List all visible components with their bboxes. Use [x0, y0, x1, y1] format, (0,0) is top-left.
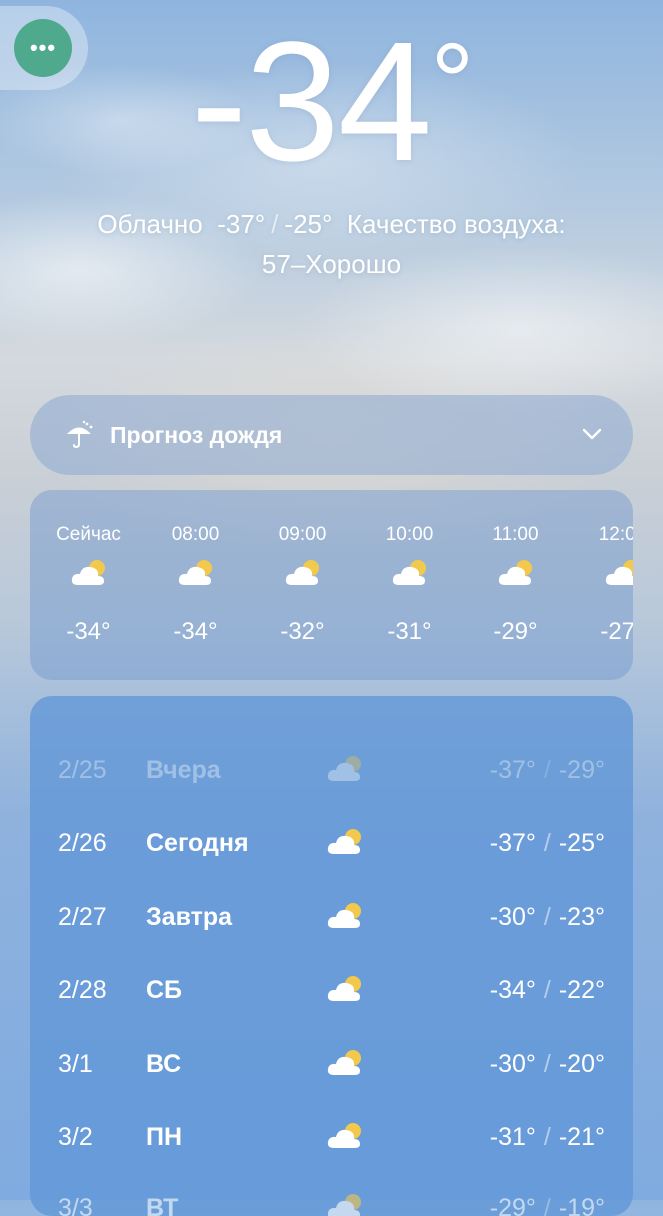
hour-time: 10:00 [385, 524, 434, 545]
hour-temp: -32° [280, 618, 325, 645]
partly-cloudy-icon [327, 829, 361, 854]
day-low: -30° [489, 1050, 536, 1078]
day-name: Завтра [146, 903, 233, 931]
hour-time: Сейчас [56, 524, 121, 545]
chevron-down-icon[interactable] [581, 423, 603, 445]
day-low: -34° [489, 976, 536, 1004]
day-low: -29° [489, 1194, 536, 1216]
day-date: 2/26 [58, 829, 107, 857]
day-range: -37° / -29° [490, 756, 605, 785]
day-low: -31° [489, 1123, 536, 1151]
condition-text: Облачно [97, 209, 203, 239]
day-high: -21° [558, 1123, 605, 1151]
hour-temp: -29° [493, 618, 538, 645]
partly-cloudy-icon [498, 560, 532, 585]
day-date: 2/25 [58, 756, 107, 784]
partly-cloudy-icon [71, 560, 105, 585]
day-range: -30° / -23° [490, 903, 605, 932]
air-quality-label: Качество воздуха: [346, 209, 566, 239]
hour-temp: -34° [173, 618, 218, 645]
daily-forecast[interactable]: 2/25 Вчера -37° / -29° 2/26 Сегодня -37° / -… [30, 696, 633, 1216]
range-separator: / [271, 209, 279, 239]
day-low: -37° [489, 829, 536, 857]
air-quality-value: 57–Хорошо [261, 249, 402, 279]
day-name: ВС [146, 1050, 182, 1078]
day-high: -25° [558, 829, 605, 857]
range-separator: / [543, 1050, 551, 1078]
partly-cloudy-icon [327, 903, 361, 928]
degree-sign: ° [430, 21, 474, 144]
partly-cloudy-icon [392, 560, 426, 585]
day-range: -30° / -20° [490, 1050, 605, 1079]
day-high: -29° [558, 756, 605, 784]
day-range: -37° / -25° [490, 829, 605, 858]
day-date: 3/1 [58, 1050, 93, 1078]
umbrella-icon [67, 420, 93, 449]
day-high: -20° [558, 1050, 605, 1078]
day-low: -37° [489, 756, 536, 784]
partly-cloudy-icon [327, 1123, 361, 1148]
day-range: -34° / -22° [490, 976, 605, 1005]
partly-cloudy-icon [178, 560, 212, 585]
range-separator: / [543, 903, 551, 931]
daily-row[interactable]: 3/1 ВС -30° / -20° [30, 1040, 633, 1090]
current-temperature: -34° [0, 12, 663, 213]
day-name: ПН [146, 1123, 183, 1151]
day-range: -31° / -21° [490, 1123, 605, 1152]
day-date: 2/28 [58, 976, 107, 1004]
partly-cloudy-icon [327, 976, 361, 1001]
day-high: -22° [558, 976, 605, 1004]
partly-cloudy-icon [285, 560, 319, 585]
range-separator: / [543, 829, 551, 857]
hour-temp: -31° [387, 618, 432, 645]
partly-cloudy-icon [327, 1050, 361, 1075]
current-summary: Облачно -37° / -25° Качество воздуха: 57–Х… [40, 204, 623, 284]
day-name: Сегодня [146, 829, 249, 857]
daily-row[interactable]: 3/3 ВТ -29° / -19° [30, 1184, 633, 1216]
partly-cloudy-icon [605, 560, 633, 585]
hour-temp: -34° [66, 618, 111, 645]
day-name: СБ [146, 976, 183, 1004]
range-separator: / [543, 756, 551, 784]
day-date: 3/2 [58, 1123, 93, 1151]
day-name: ВТ [146, 1194, 179, 1216]
temperature-value: -34 [190, 7, 433, 197]
daily-row[interactable]: 2/28 СБ -34° / -22° [30, 966, 633, 1016]
partly-cloudy-icon [327, 1194, 361, 1216]
daily-row[interactable]: 3/2 ПН -31° / -21° [30, 1113, 633, 1163]
hour-time: 11:00 [492, 524, 539, 545]
rain-forecast-bar[interactable]: Прогноз дождя [30, 395, 633, 475]
daily-row[interactable]: 2/26 Сегодня -37° / -25° [30, 819, 633, 869]
day-high: -19° [558, 1194, 605, 1216]
day-date: 2/27 [58, 903, 107, 931]
range-separator: / [543, 1194, 551, 1216]
range-separator: / [543, 976, 551, 1004]
day-high: -23° [558, 903, 605, 931]
day-name: Вчера [146, 756, 221, 784]
rain-forecast-label: Прогноз дождя [110, 421, 283, 448]
hour-temp: -27° [600, 618, 633, 645]
day-date: 3/3 [58, 1194, 93, 1216]
hour-time: 09:00 [278, 524, 327, 545]
day-low: -30° [489, 903, 536, 931]
daily-row[interactable]: 2/27 Завтра -30° / -23° [30, 893, 633, 943]
hour-time: 12:00 [598, 524, 633, 545]
today-low: -37° [217, 209, 266, 239]
hour-time: 08:00 [171, 524, 220, 545]
day-range: -29° / -19° [490, 1194, 605, 1216]
daily-row[interactable]: 2/25 Вчера -37° / -29° [30, 746, 633, 796]
range-separator: / [543, 1123, 551, 1151]
hourly-forecast[interactable]: Сейчас -34° 08:00 -34° 09:00 -32° 10:00 … [30, 490, 633, 680]
today-high: -25° [284, 209, 333, 239]
partly-cloudy-icon [327, 756, 361, 781]
